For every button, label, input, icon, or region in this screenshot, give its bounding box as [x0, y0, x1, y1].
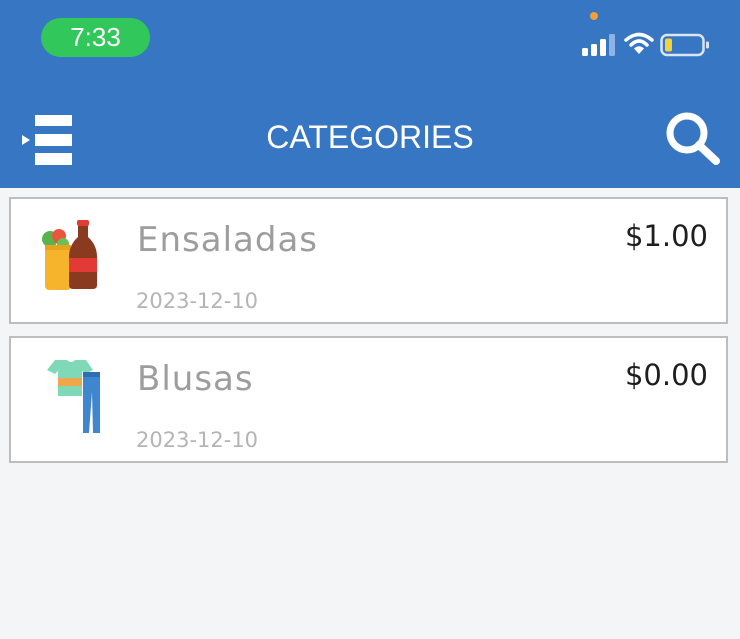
privacy-indicator-dot — [590, 12, 598, 20]
page-title: CATEGORIES — [266, 119, 474, 155]
category-date: 2023-12-10 — [136, 289, 259, 313]
search-icon[interactable] — [664, 111, 722, 167]
wifi-icon — [624, 32, 654, 54]
category-name: Ensaladas — [137, 220, 318, 260]
category-card[interactable]: Ensaladas 2023-12-10 $1.00 — [9, 197, 728, 324]
groceries-icon — [42, 220, 97, 290]
clothing-icon — [47, 360, 100, 433]
category-price: $0.00 — [624, 358, 708, 392]
status-time: 7:33 — [41, 18, 150, 57]
category-card[interactable]: Blusas 2023-12-10 $0.00 — [9, 336, 728, 463]
cellular-signal-icon — [582, 34, 615, 56]
battery-low-icon — [660, 33, 709, 57]
category-price: $1.00 — [624, 219, 708, 253]
top-bar: 7:33 CATEGORIES — [0, 0, 740, 188]
category-name: Blusas — [137, 359, 254, 399]
category-date: 2023-12-10 — [136, 428, 259, 452]
